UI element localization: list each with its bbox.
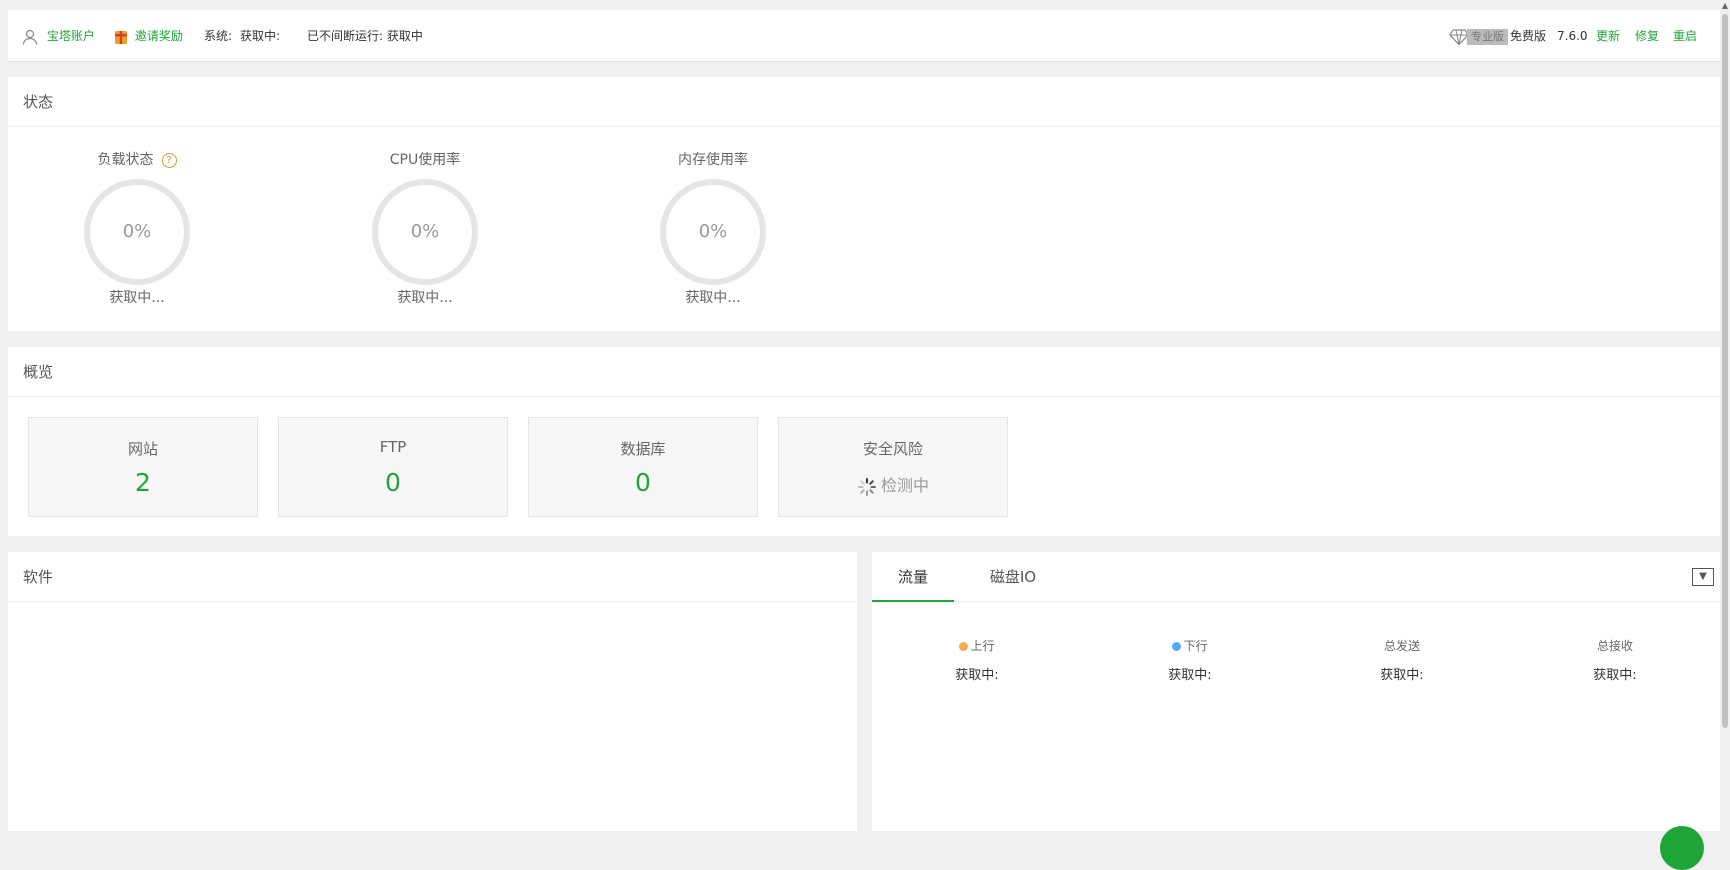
floating-action-button[interactable]: [1660, 826, 1704, 870]
uptime-label: 已不间断运行: 获取中: [307, 29, 423, 43]
edition-label: 免费版: [1510, 29, 1547, 43]
load-gauge-title: 负载状态?: [52, 149, 222, 169]
status-title: 状态: [8, 77, 1720, 127]
cpu-gauge-ring: 0%: [372, 179, 478, 285]
load-gauge-label: 负载状态: [97, 152, 154, 168]
stat-download: 下行 获取中:: [1115, 638, 1265, 683]
system-value: 获取中:: [240, 29, 281, 43]
upload-dot-icon: [959, 642, 969, 651]
system-prefix: 系统:: [204, 29, 233, 43]
update-link[interactable]: 更新: [1596, 10, 1620, 62]
overview-card-security-risk[interactable]: 安全风险 检测中: [778, 417, 1008, 517]
traffic-tab-bar: 流量 磁盘IO ▼: [872, 552, 1720, 602]
stat-download-label-text: 下行: [1183, 639, 1208, 653]
chevron-down-icon[interactable]: ▼: [1692, 568, 1714, 586]
account-label: 宝塔账户: [46, 29, 95, 43]
security-checking-label: 检测中: [880, 476, 929, 495]
cpu-gauge-title: CPU使用率: [389, 152, 461, 168]
pro-badge: 专业版: [1467, 28, 1508, 45]
version-label: 7.6.0: [1557, 29, 1588, 43]
gauges-row: 负载状态? 0% 获取中... CPU使用率 0% 获取中... 内存使用率 0…: [8, 127, 1720, 331]
overview-card-websites[interactable]: 网站 2: [28, 417, 258, 517]
load-gauge-ring: 0%: [84, 179, 190, 285]
stat-total-sent-label: 总发送: [1383, 639, 1420, 653]
traffic-panel: 流量 磁盘IO ▼ 上行 获取中: 下行 获取中: 总发送 获取中: 总接收 获…: [872, 552, 1720, 831]
card-label: 网站: [127, 440, 158, 458]
gift-icon: [115, 30, 127, 44]
diamond-icon: [1449, 28, 1469, 45]
card-value: 0: [635, 468, 651, 497]
stat-upload: 上行 获取中:: [902, 638, 1052, 683]
memory-gauge-status: 获取中...: [685, 290, 741, 306]
overview-card-ftp[interactable]: FTP 0: [278, 417, 508, 517]
tab-disk-io[interactable]: 磁盘IO: [972, 552, 1054, 602]
stat-upload-label-text: 上行: [970, 639, 995, 653]
software-title: 软件: [8, 552, 857, 602]
invite-link[interactable]: 邀请奖励: [114, 10, 183, 62]
stat-total-sent: 总发送 获取中:: [1327, 638, 1477, 683]
stat-upload-value: 获取中:: [955, 668, 999, 683]
stat-total-received: 总接收 获取中:: [1540, 638, 1690, 683]
stat-upload-label: 上行: [902, 638, 1052, 654]
user-icon: [22, 29, 38, 45]
card-label: FTP: [379, 438, 407, 456]
loading-spinner-icon: [857, 477, 876, 496]
scroll-thumb[interactable]: [1722, 14, 1728, 728]
stat-total-sent-value: 获取中:: [1380, 668, 1424, 683]
overview-card-databases[interactable]: 数据库 0: [528, 417, 758, 517]
card-label: 安全风险: [862, 440, 923, 458]
memory-gauge-ring: 0%: [660, 179, 766, 285]
software-panel: 软件: [8, 552, 857, 831]
card-value: 0: [385, 468, 401, 497]
help-icon[interactable]: ?: [161, 152, 177, 168]
top-bar: 宝塔账户 邀请奖励 系统: 获取中: 已不间断运行: 获取中 专业版 免费版 7…: [8, 10, 1720, 62]
card-value: 2: [135, 468, 151, 497]
overview-panel: 概览 网站 2 FTP 0 数据库 0 安全风险 检测中: [8, 347, 1720, 536]
tab-traffic[interactable]: 流量: [872, 552, 954, 602]
repair-link[interactable]: 修复: [1635, 10, 1659, 62]
stat-total-received-value: 获取中:: [1593, 668, 1637, 683]
account-link[interactable]: 宝塔账户: [22, 10, 95, 62]
stat-download-label: 下行: [1115, 638, 1265, 654]
stat-download-value: 获取中:: [1168, 668, 1212, 683]
restart-link[interactable]: 重启: [1673, 10, 1697, 62]
status-panel: 状态 负载状态? 0% 获取中... CPU使用率 0% 获取中... 内存使用…: [8, 77, 1720, 331]
load-gauge-status: 获取中...: [109, 290, 165, 306]
overview-title: 概览: [8, 347, 1720, 397]
stat-total-received-label: 总接收: [1596, 639, 1633, 653]
invite-label: 邀请奖励: [134, 29, 183, 43]
security-checking: 检测中: [779, 472, 1007, 497]
memory-gauge-title: 内存使用率: [678, 152, 748, 168]
card-label: 数据库: [620, 440, 666, 458]
scroll-up-arrow-icon[interactable]: ▲: [1720, 0, 1730, 12]
pro-badge-group[interactable]: 专业版: [1449, 10, 1508, 62]
download-dot-icon: [1172, 642, 1182, 651]
cpu-gauge-status: 获取中...: [397, 290, 453, 306]
